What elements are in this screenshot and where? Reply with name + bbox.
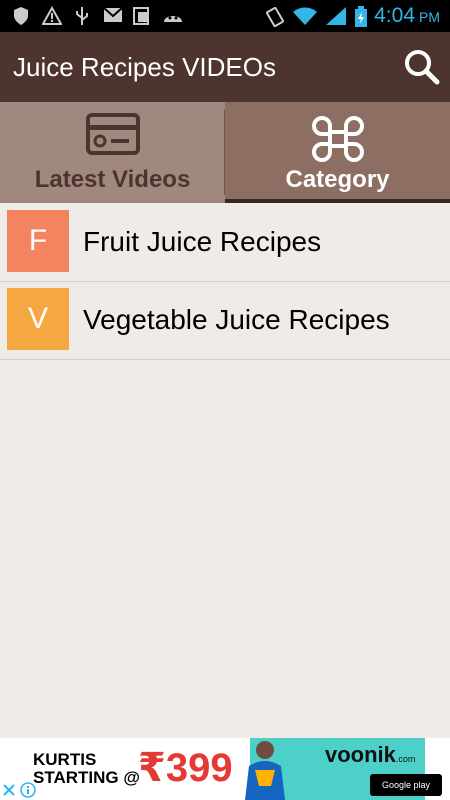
battery-icon — [355, 6, 367, 27]
wifi-icon — [293, 7, 317, 25]
app-title: Juice Recipes VIDEOs — [13, 52, 276, 82]
tab-latest-videos[interactable]: Latest Videos — [0, 102, 225, 203]
warning-icon — [42, 6, 62, 25]
sim-icon — [133, 7, 149, 25]
shield-icon — [14, 7, 28, 25]
status-time: 4:04 PM — [374, 4, 440, 28]
tab-category[interactable]: Category — [225, 102, 450, 203]
ad-banner[interactable]: KURTIS STARTING @ ₹399 voonik.com Google… — [0, 738, 450, 800]
video-card-icon — [85, 113, 140, 155]
ad-headline: KURTIS STARTING @ — [33, 751, 140, 787]
usb-icon — [76, 7, 88, 25]
category-letter-badge: V — [7, 288, 69, 350]
tab-category-label: Category — [285, 166, 390, 193]
app-bar: Juice Recipes VIDEOs — [0, 32, 450, 102]
category-list: F Fruit Juice Recipes V Vegetable Juice … — [0, 204, 450, 360]
ad-creative[interactable]: KURTIS STARTING @ ₹399 voonik.com Google… — [25, 738, 442, 800]
tab-bar: Latest Videos Category — [0, 102, 450, 203]
mail-icon — [103, 7, 123, 22]
search-button[interactable] — [402, 47, 442, 87]
status-bar: 4:04 PM — [0, 0, 450, 32]
category-letter-badge: F — [7, 210, 69, 272]
tab-selected-indicator — [225, 199, 450, 203]
ad-info-icon[interactable] — [20, 782, 36, 798]
ad-price: ₹399 — [138, 746, 233, 790]
ad-brand-suffix: .com — [395, 754, 416, 764]
vibrate-icon — [266, 6, 284, 28]
category-label: Vegetable Juice Recipes — [83, 304, 390, 335]
ad-headline-line2: STARTING @ — [33, 768, 140, 787]
category-label: Fruit Juice Recipes — [83, 226, 322, 257]
command-icon — [311, 116, 364, 162]
status-time-value: 4:04 — [374, 4, 415, 27]
status-time-ampm: PM — [419, 9, 440, 25]
android-icon — [164, 16, 182, 22]
ad-brand-name: voonik — [325, 742, 396, 767]
ad-close-icon[interactable] — [1, 782, 17, 798]
google-play-badge[interactable]: Google play — [370, 774, 442, 796]
ad-headline-line1: KURTIS — [33, 750, 97, 769]
ad-brand: voonik.com — [325, 742, 415, 768]
search-icon — [405, 50, 440, 85]
list-item-fruit-juice[interactable]: F Fruit Juice Recipes — [0, 204, 450, 282]
tab-latest-videos-label: Latest Videos — [34, 166, 191, 193]
ad-model-image — [245, 741, 285, 800]
signal-icon — [326, 7, 346, 25]
list-item-vegetable-juice[interactable]: V Vegetable Juice Recipes — [0, 282, 450, 360]
